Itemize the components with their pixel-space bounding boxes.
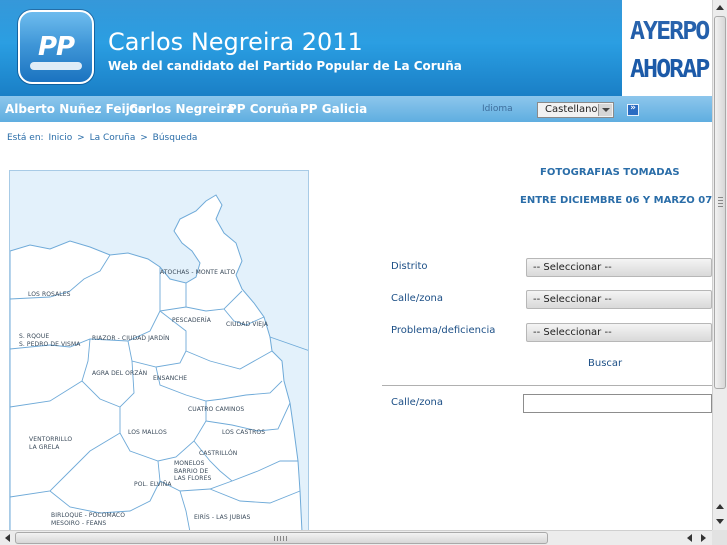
nav-item-feijoo[interactable]: Alberto Nuñez Feijoo bbox=[5, 102, 146, 116]
scrollbar-corner bbox=[712, 530, 727, 545]
grip-icon bbox=[274, 536, 288, 541]
banner-top-text: AYERPO bbox=[630, 16, 710, 45]
scroll-down-icon[interactable] bbox=[714, 515, 726, 528]
map-district-label[interactable]: LA GRELA bbox=[29, 444, 60, 452]
map-district-label[interactable]: ENSANCHE bbox=[153, 375, 187, 383]
map-district-label[interactable]: S. RQOUE bbox=[19, 333, 49, 341]
calle-zona-select-value: -- Seleccionar -- bbox=[533, 294, 612, 305]
calle-zona-text-label: Calle/zona bbox=[391, 397, 444, 408]
breadcrumb-separator: > bbox=[77, 133, 85, 143]
distrito-select[interactable]: -- Seleccionar -- bbox=[526, 258, 712, 277]
language-select-value: Castellano bbox=[545, 104, 598, 115]
map-district-label[interactable]: POL. ELVIÑA bbox=[134, 481, 172, 489]
map-district-label[interactable]: RIAZOR - CIUDAD JARDÍN bbox=[92, 335, 170, 343]
map-district-label[interactable]: CUATRO CAMINOS bbox=[188, 406, 244, 414]
district-map-shapes[interactable] bbox=[10, 171, 309, 531]
calle-zona-input[interactable] bbox=[523, 394, 712, 413]
map-district-label[interactable]: LAS FLORES bbox=[174, 475, 211, 483]
map-district-label[interactable]: VENTORRILLO bbox=[29, 436, 72, 444]
pp-logo[interactable]: PP bbox=[18, 10, 94, 84]
nav-item-pp-galicia[interactable]: PP Galicia bbox=[300, 102, 367, 116]
scroll-up-icon[interactable] bbox=[714, 1, 726, 14]
district-map[interactable]: ATOCHAS - MONTE ALTO LOS ROSALES PESCADE… bbox=[9, 170, 309, 531]
map-district-label[interactable]: PESCADERÍA bbox=[172, 317, 211, 325]
grip-icon bbox=[718, 197, 723, 209]
map-district-label[interactable]: EIRÍS - LAS JUBIAS bbox=[194, 514, 250, 522]
map-district-label[interactable]: CASTRILLÓN bbox=[199, 450, 237, 458]
form-divider bbox=[382, 385, 712, 386]
map-district-label[interactable]: CIUDAD VIEJA bbox=[226, 321, 268, 329]
calle-zona-select[interactable]: -- Seleccionar -- bbox=[526, 290, 712, 309]
language-select[interactable]: Castellano bbox=[537, 102, 614, 118]
nav-item-negreira[interactable]: Carlos Negreira bbox=[129, 102, 234, 116]
breadcrumb-inicio[interactable]: Inicio bbox=[48, 133, 72, 143]
photos-subtitle: ENTRE DICIEMBRE 06 Y MARZO 07 bbox=[520, 195, 713, 206]
map-district-label[interactable]: LOS ROSALES bbox=[28, 291, 71, 299]
horizontal-scroll-thumb[interactable] bbox=[15, 532, 548, 544]
distrito-label: Distrito bbox=[391, 261, 428, 272]
breadcrumb-busqueda: Búsqueda bbox=[152, 133, 198, 143]
map-district-label[interactable]: BIRLOQUE - POCOMACO bbox=[51, 512, 125, 520]
problema-label: Problema/deficiencia bbox=[391, 325, 496, 336]
logo-swoosh-icon bbox=[30, 62, 82, 70]
distrito-select-value: -- Seleccionar -- bbox=[533, 262, 612, 273]
map-district-label[interactable]: LOS MALLOS bbox=[128, 429, 167, 437]
map-district-label[interactable]: ATOCHAS - MONTE ALTO bbox=[160, 269, 235, 277]
breadcrumb-la-coruna[interactable]: La Coruña bbox=[90, 133, 136, 143]
vertical-scroll-thumb[interactable] bbox=[714, 16, 726, 389]
language-go-button[interactable]: » bbox=[627, 103, 639, 116]
breadcrumb-separator: > bbox=[140, 133, 148, 143]
breadcrumb: Está en: Inicio > La Coruña > Búsqueda bbox=[7, 133, 199, 143]
map-district-label[interactable]: S. PEDRO DE VISMA bbox=[19, 341, 80, 349]
scroll-left-icon[interactable] bbox=[683, 532, 696, 544]
scroll-up-icon[interactable] bbox=[714, 501, 726, 514]
map-district-label[interactable]: MESOIRO - FEANS bbox=[51, 520, 106, 528]
banner-bottom-text: AHORAP bbox=[630, 54, 710, 83]
problema-select-value: -- Seleccionar -- bbox=[533, 327, 612, 338]
calle-zona-label: Calle/zona bbox=[391, 293, 444, 304]
buscar-button[interactable]: Buscar bbox=[588, 358, 622, 369]
nav-item-pp-coruna[interactable]: PP Coruña bbox=[228, 102, 298, 116]
photos-title: FOTOGRAFIAS TOMADAS bbox=[540, 167, 680, 178]
site-title: Carlos Negreira 2011 bbox=[108, 28, 363, 56]
map-district-label[interactable]: AGRA DEL ORZÁN bbox=[92, 370, 147, 378]
problema-select[interactable]: -- Seleccionar -- bbox=[526, 323, 712, 342]
site-header: PP Carlos Negreira 2011 Web del candidat… bbox=[0, 0, 712, 96]
chevron-down-icon[interactable] bbox=[598, 104, 612, 116]
map-district-label[interactable]: LOS CASTROS bbox=[222, 429, 265, 437]
scroll-left-icon[interactable] bbox=[1, 532, 14, 544]
map-district-label[interactable]: MONELOS bbox=[174, 460, 205, 468]
breadcrumb-prefix: Está en: bbox=[7, 133, 44, 143]
arrow-right-icon: » bbox=[630, 103, 636, 113]
language-label: Idioma bbox=[482, 104, 513, 114]
ayer-ahora-banner[interactable]: AYERPO AHORAP bbox=[622, 0, 712, 96]
horizontal-scrollbar[interactable] bbox=[0, 530, 712, 545]
scroll-right-icon[interactable] bbox=[697, 532, 710, 544]
site-subtitle: Web del candidato del Partido Popular de… bbox=[108, 59, 462, 73]
vertical-scrollbar[interactable] bbox=[712, 0, 727, 530]
logo-text: PP bbox=[37, 32, 75, 62]
